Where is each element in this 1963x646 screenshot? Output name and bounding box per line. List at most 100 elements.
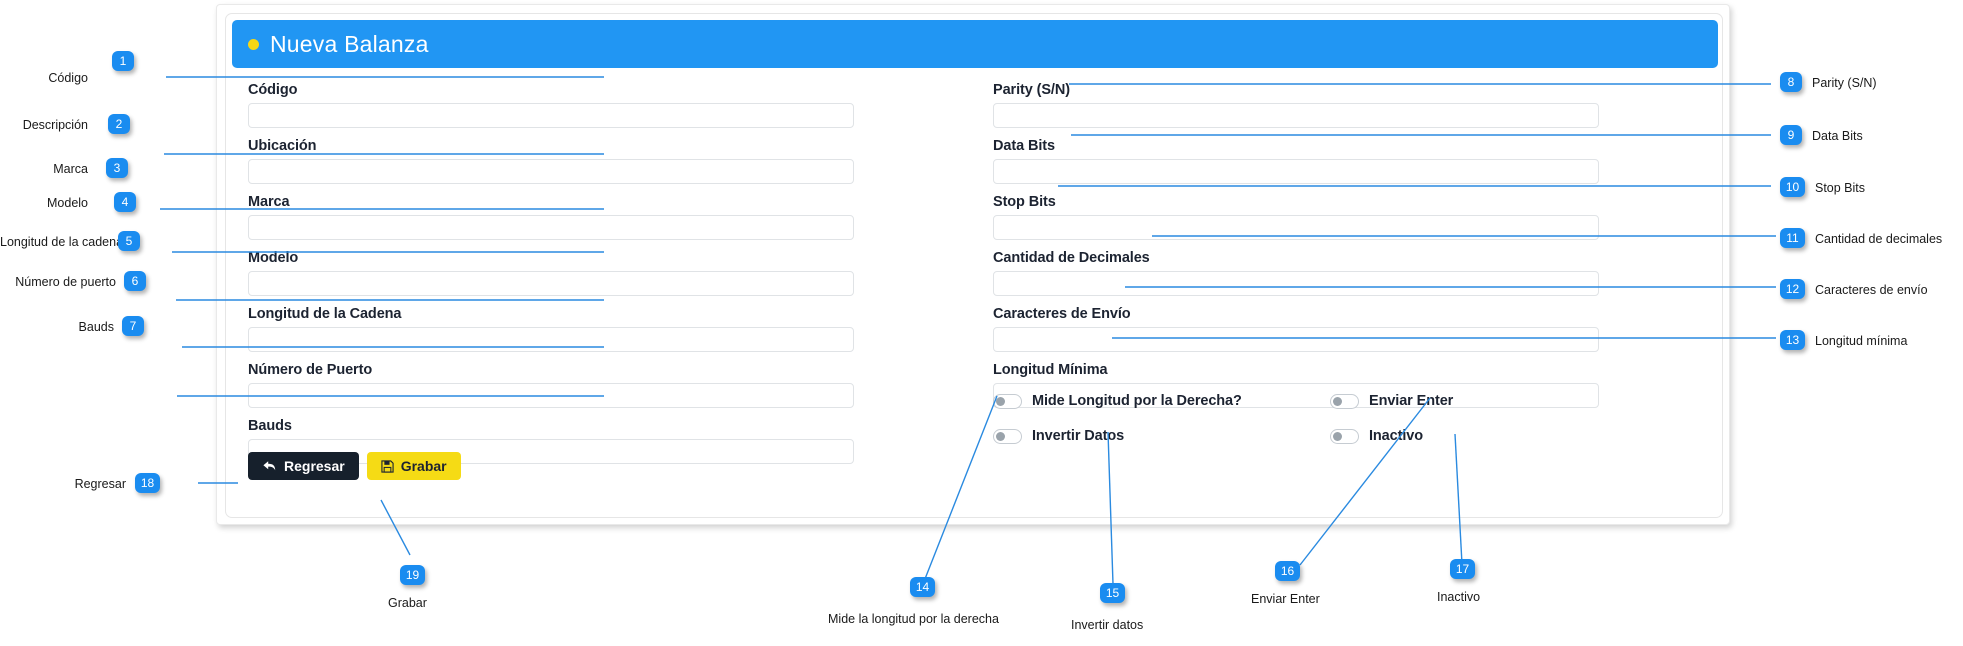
form-page-card: Nueva Balanza Código Ubicación Marca Mod… xyxy=(216,4,1730,525)
field-cantidad-decimales: Cantidad de Decimales xyxy=(993,250,1599,296)
longitud-cadena-input[interactable] xyxy=(248,327,854,352)
floppy-disk-icon xyxy=(381,459,394,473)
toggle-group-left: Mide Longitud por la Derecha? Invertir D… xyxy=(993,387,1242,457)
annotation-badge-4[interactable]: 4 xyxy=(114,192,136,212)
annotation-badge-2[interactable]: 2 xyxy=(108,114,130,134)
annotation-badge-5[interactable]: 5 xyxy=(118,231,140,251)
form-inner-card: Nueva Balanza Código Ubicación Marca Mod… xyxy=(225,13,1723,518)
annotation-label-3: Marca xyxy=(53,162,88,176)
form-column-left: Código Ubicación Marca Modelo Longitud d… xyxy=(248,82,854,474)
annotation-label-15: Invertir datos xyxy=(1071,618,1144,632)
toggle-enviar-enter[interactable]: Enviar Enter xyxy=(1330,387,1453,415)
annotation-label-9: Data Bits xyxy=(1812,129,1863,143)
toggle-label: Enviar Enter xyxy=(1369,393,1454,409)
field-label: Stop Bits xyxy=(993,194,1056,210)
panel-header: Nueva Balanza xyxy=(232,20,1718,68)
annotation-label-12: Caracteres de envío xyxy=(1815,283,1928,297)
field-label: Longitud Mínima xyxy=(993,362,1108,378)
annotation-badge-18[interactable]: 18 xyxy=(135,473,160,493)
field-codigo: Código xyxy=(248,82,854,128)
annotation-label-14: Mide la longitud por la derecha xyxy=(828,612,999,626)
annotation-badge-17[interactable]: 17 xyxy=(1450,559,1475,579)
numero-puerto-input[interactable] xyxy=(248,383,854,408)
annotation-label-10: Stop Bits xyxy=(1815,181,1866,195)
annotation-label-16: Enviar Enter xyxy=(1251,592,1320,606)
annotation-badge-1[interactable]: 1 xyxy=(112,51,134,71)
annotation-badge-3[interactable]: 3 xyxy=(106,158,128,178)
grabar-button-label: Grabar xyxy=(400,458,447,474)
action-button-bar: Regresar Grabar xyxy=(248,452,461,480)
field-label: Parity (S/N) xyxy=(993,82,1070,98)
annotation-badge-16[interactable]: 16 xyxy=(1275,561,1300,581)
field-label: Número de Puerto xyxy=(248,362,373,378)
field-label: Bauds xyxy=(248,418,292,434)
field-stop-bits: Stop Bits xyxy=(993,194,1599,240)
annotation-badge-13[interactable]: 13 xyxy=(1780,330,1805,350)
field-numero-puerto: Número de Puerto xyxy=(248,362,854,408)
annotation-label-2: Descripción xyxy=(22,118,88,132)
grabar-button[interactable]: Grabar xyxy=(366,452,461,480)
annotation-label-8: Parity (S/N) xyxy=(1812,76,1877,90)
field-label: Código xyxy=(248,82,298,98)
annotation-badge-12[interactable]: 12 xyxy=(1780,279,1805,299)
toggle-switch-icon[interactable] xyxy=(993,428,1022,444)
parity-input[interactable] xyxy=(993,103,1599,128)
field-caracteres-envio: Caracteres de Envío xyxy=(993,306,1599,352)
annotation-label-1: Código xyxy=(48,71,88,85)
modelo-input[interactable] xyxy=(248,271,854,296)
field-label: Ubicación xyxy=(248,138,317,154)
annotation-badge-7[interactable]: 7 xyxy=(122,316,144,336)
field-longitud-cadena: Longitud de la Cadena xyxy=(248,306,854,352)
ubicacion-input[interactable] xyxy=(248,159,854,184)
field-label: Modelo xyxy=(248,250,299,266)
annotation-badge-11[interactable]: 11 xyxy=(1780,228,1805,248)
regresar-button[interactable]: Regresar xyxy=(248,452,359,480)
annotation-badge-15[interactable]: 15 xyxy=(1100,583,1125,603)
annotation-badge-8[interactable]: 8 xyxy=(1780,72,1802,92)
cantidad-decimales-input[interactable] xyxy=(993,271,1599,296)
toggle-switch-icon[interactable] xyxy=(1330,393,1359,409)
data-bits-input[interactable] xyxy=(993,159,1599,184)
annotation-badge-19[interactable]: 19 xyxy=(400,565,425,585)
field-parity: Parity (S/N) xyxy=(993,82,1599,128)
field-data-bits: Data Bits xyxy=(993,138,1599,184)
marca-input[interactable] xyxy=(248,215,854,240)
annotation-label-13: Longitud mínima xyxy=(1815,334,1908,348)
field-ubicacion: Ubicación xyxy=(248,138,854,184)
toggle-invertir-datos[interactable]: Invertir Datos xyxy=(993,422,1242,450)
stop-bits-input[interactable] xyxy=(993,215,1599,240)
caracteres-envio-input[interactable] xyxy=(993,327,1599,352)
annotation-label-11: Cantidad de decimales xyxy=(1815,232,1943,246)
annotation-label-7: Bauds xyxy=(78,320,114,334)
screenshot-root: Nueva Balanza Código Ubicación Marca Mod… xyxy=(0,0,1963,646)
toggle-mide-longitud-derecha[interactable]: Mide Longitud por la Derecha? xyxy=(993,387,1242,415)
back-arrow-icon xyxy=(262,460,277,473)
annotation-badge-9[interactable]: 9 xyxy=(1780,125,1802,145)
annotation-label-17: Inactivo xyxy=(1437,590,1481,604)
toggle-switch-icon[interactable] xyxy=(993,393,1022,409)
annotation-badge-6[interactable]: 6 xyxy=(124,271,146,291)
field-marca: Marca xyxy=(248,194,854,240)
annotation-label-6: Número de puerto xyxy=(15,275,116,289)
toggle-label: Inactivo xyxy=(1369,428,1423,444)
annotation-badge-14[interactable]: 14 xyxy=(910,577,935,597)
field-label: Cantidad de Decimales xyxy=(993,250,1150,266)
regresar-button-label: Regresar xyxy=(284,458,345,474)
field-label: Caracteres de Envío xyxy=(993,306,1131,322)
codigo-input[interactable] xyxy=(248,103,854,128)
page-title: Nueva Balanza xyxy=(270,30,429,57)
field-label: Data Bits xyxy=(993,138,1055,154)
field-modelo: Modelo xyxy=(248,250,854,296)
annotation-badge-10[interactable]: 10 xyxy=(1780,177,1805,197)
toggle-inactivo[interactable]: Inactivo xyxy=(1330,422,1453,450)
toggle-switch-icon[interactable] xyxy=(1330,428,1359,444)
annotation-label-5: Longitud de la cadena xyxy=(0,235,124,249)
status-dot-icon xyxy=(248,38,259,50)
annotation-label-19: Grabar xyxy=(388,596,427,610)
field-label: Marca xyxy=(248,194,290,210)
annotation-label-4: Modelo xyxy=(47,196,88,210)
form-column-right: Parity (S/N) Data Bits Stop Bits Cantida… xyxy=(993,82,1599,418)
toggle-label: Invertir Datos xyxy=(1032,428,1125,444)
annotation-label-18: Regresar xyxy=(74,477,126,491)
field-label: Longitud de la Cadena xyxy=(248,306,402,322)
